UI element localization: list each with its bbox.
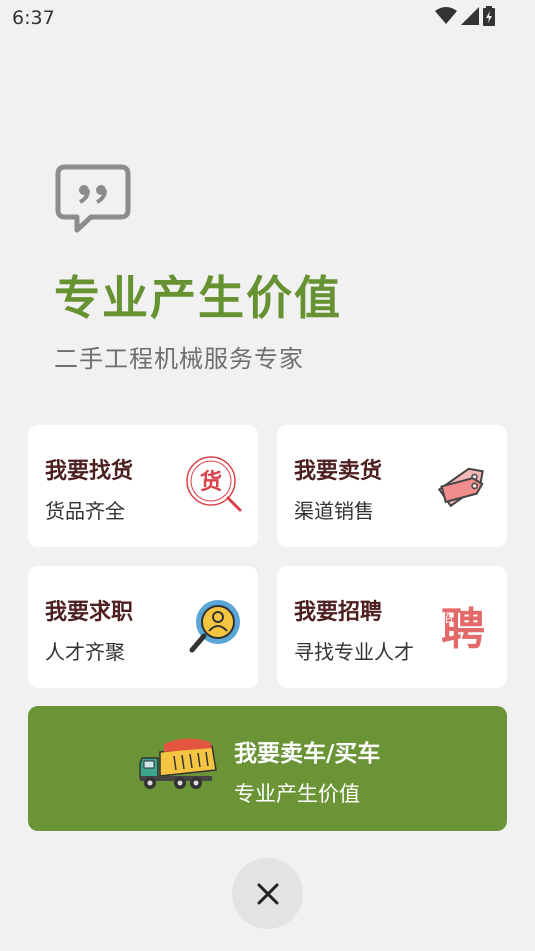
search-person-icon <box>189 600 240 653</box>
page-slogan: 专业产生价值 <box>54 271 342 325</box>
card-desc: 渠道销售 <box>294 499 374 523</box>
card-title: 我要卖货 <box>294 459 383 484</box>
wifi-icon <box>435 7 457 24</box>
quote-bubble-icon <box>55 164 131 233</box>
close-button[interactable] <box>232 858 303 929</box>
card-desc: 货品齐全 <box>45 499 125 523</box>
card-title: 我要招聘 <box>294 600 383 625</box>
screen: 6:37 专业产生价值 二手工程机械服务专家 我要找货 货品齐全 货 我要卖货 … <box>0 0 535 951</box>
page-subtitle: 二手工程机械服务专家 <box>54 345 304 373</box>
sell-buy-car-banner[interactable]: 我要卖车/买车 专业产生价值 <box>28 706 507 831</box>
recruit-icon: 聘 招 <box>441 604 485 655</box>
card-title: 我要找货 <box>45 459 134 484</box>
search-goods-icon: 货 <box>186 456 242 512</box>
price-tag-icon <box>437 467 484 508</box>
banner-title: 我要卖车/买车 <box>234 741 381 767</box>
battery-icon <box>483 6 495 26</box>
icon-glyph: 货 <box>200 469 222 495</box>
close-icon <box>257 883 278 904</box>
icon-small-glyph: 招 <box>441 611 453 625</box>
find-goods-card[interactable]: 我要找货 货品齐全 货 <box>28 425 258 547</box>
find-job-card[interactable]: 我要求职 人才齐聚 <box>28 566 258 688</box>
sell-goods-card[interactable]: 我要卖货 渠道销售 <box>277 425 507 547</box>
card-title: 我要求职 <box>45 600 134 625</box>
signal-icon <box>461 7 479 25</box>
status-time: 6:37 <box>12 7 55 29</box>
dump-truck-icon <box>139 738 217 789</box>
banner-desc: 专业产生价值 <box>234 782 360 806</box>
status-icons <box>435 6 495 26</box>
card-desc: 人才齐聚 <box>45 640 125 664</box>
card-desc: 寻找专业人才 <box>294 640 414 664</box>
recruit-card[interactable]: 我要招聘 寻找专业人才 聘 招 <box>277 566 507 688</box>
